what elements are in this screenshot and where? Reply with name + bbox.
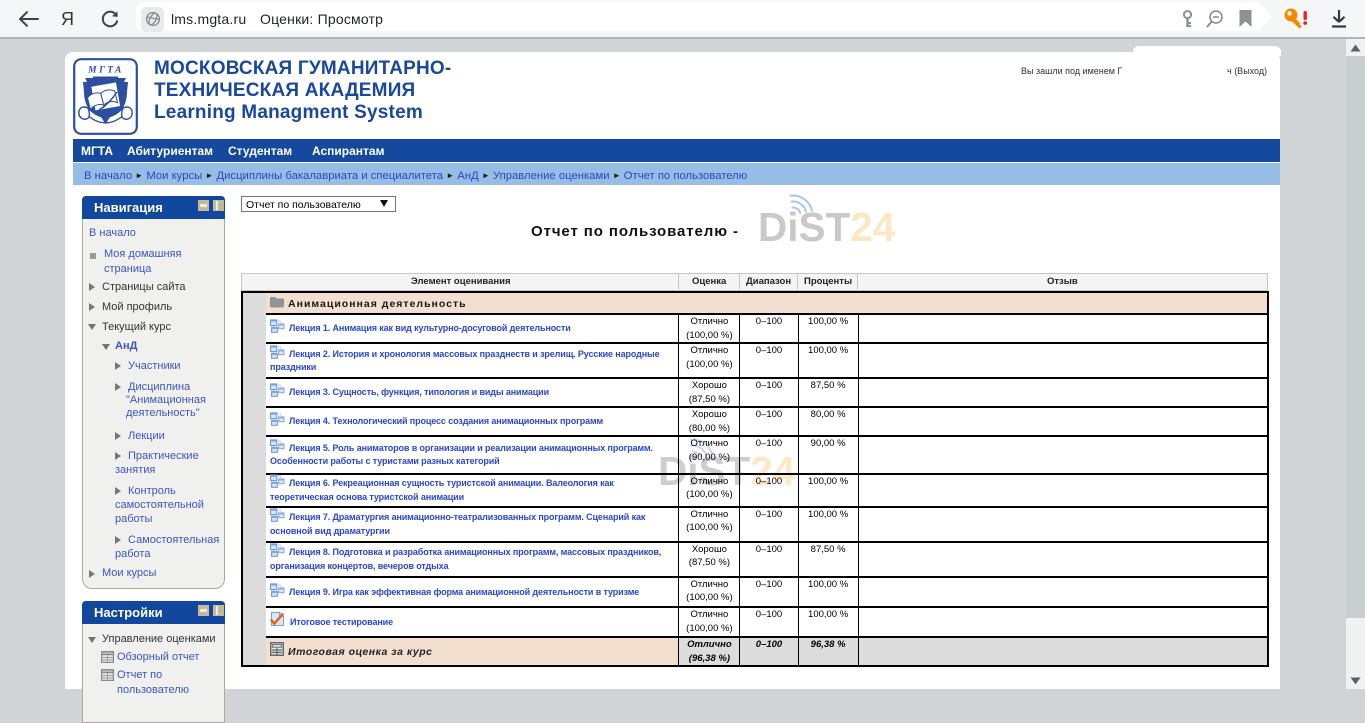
svg-text:МГТА: МГТА — [87, 66, 124, 76]
